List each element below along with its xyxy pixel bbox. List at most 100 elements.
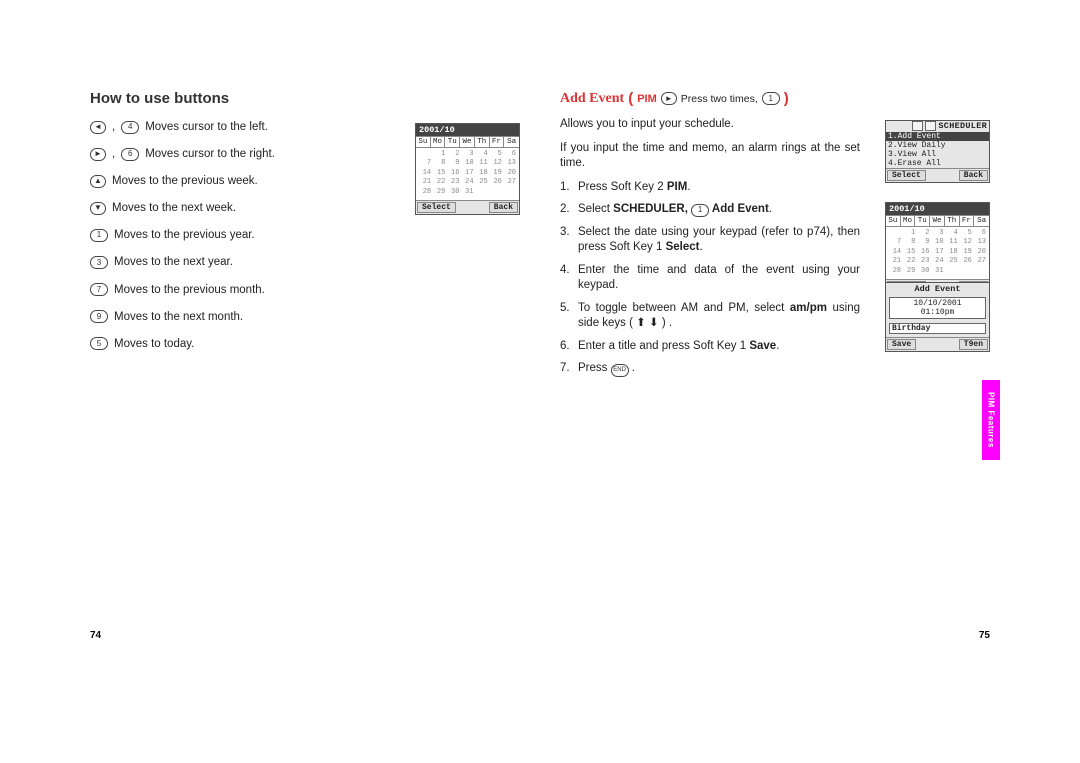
day-label: We [460,137,475,147]
phone-screen-add-event: Add Event 10/10/2001 01:10pm Birthday Sa… [885,282,990,352]
calendar-cell: 7 [888,238,902,247]
calendar-cell: 2 [446,150,460,159]
calendar-cell: 12 [489,159,503,168]
step: 4.Enter the time and data of the event u… [560,263,860,294]
calendar-cell: 27 [973,257,987,266]
intro-line: If you input the time and memo, an alarm… [560,141,860,172]
calendar-cell: 18 [475,169,489,178]
step: 1.Press Soft Key 2 PIM. [560,180,860,196]
calendar-grid: 1234567891011121314151617181920212223242… [416,148,519,200]
step-text: . [629,362,635,374]
step-text: Enter a title and press Soft Key 1 [578,340,749,352]
calendar-cell: 31 [460,188,474,197]
event-time: 01:10pm [890,308,985,317]
step-body: Select SCHEDULER, 1 Add Event. [578,202,860,218]
calendar-cell: 30 [446,188,460,197]
calendar-cell [959,267,973,276]
step-text: Press Soft Key 2 [578,181,667,193]
day-label: Sa [974,216,989,226]
calendar-cell: 22 [902,257,916,266]
calendar-cell: 26 [489,178,503,187]
calendar-cell: 10 [930,238,944,247]
page-number-left: 74 [90,630,101,641]
key-1-icon: 1 [691,204,709,217]
step-bold: am/pm [790,302,827,314]
left-heading: How to use buttons [90,90,520,107]
step-bold: PIM [667,181,687,193]
calendar-cell: 29 [432,188,446,197]
calendar-cell: 20 [973,248,987,257]
calendar-cell [503,188,517,197]
step-bold: Save [749,340,776,352]
calendar-icon [925,121,936,131]
calendar-cell: 21 [418,178,432,187]
softkey-left: Select [417,202,456,213]
calendar-header: SuMoTuWeThFrSa [886,215,989,227]
calendar-header: SuMoTuWeThFrSa [416,136,519,148]
lcd-body: SuMoTuWeThFrSa 1234567891011121314151617… [886,215,989,279]
softkey-right: T9en [959,339,988,350]
right-body: Allows you to input your schedule. If yo… [560,117,860,377]
down-arrow-icon: ▼ [90,202,106,215]
calendar-cell [888,229,902,238]
calendar-cell: 29 [902,267,916,276]
calendar-cell: 1 [432,150,446,159]
instruction-row: 7 Moves to the previous month. [90,282,520,298]
intro-line: Allows you to input your schedule. [560,117,860,133]
calendar-cell: 18 [945,248,959,257]
softkey-bar: Save T9en [886,337,989,351]
step-number: 5. [560,301,574,332]
step: 2.Select SCHEDULER, 1 Add Event. [560,202,860,218]
calendar-cell: 9 [446,159,460,168]
day-label: Tu [445,137,460,147]
calendar-cell [418,150,432,159]
day-label: Su [416,137,431,147]
day-label: Sa [504,137,519,147]
event-date-time-box: 10/10/2001 01:10pm [889,297,986,319]
right-heading: Add Event ( PIM ► Press two times, 1 ) [560,90,990,107]
calendar-cell: 16 [916,248,930,257]
step-bold: SCHEDULER, [613,203,688,215]
key-5-icon: 5 [90,337,108,350]
step-text: . [687,181,690,193]
phone-screen-calendar: 2001/10 SuMoTuWeThFrSa 12345678910111213… [885,202,990,294]
menu-item: 4.Erase All [886,159,989,168]
phone-screen-scheduler-menu: SCHEDULER 1.Add Event 2.View Daily 3.Vie… [885,120,990,183]
instruction-row: 5 Moves to today. [90,336,520,352]
instruction-text: Moves to the next week. [112,200,236,216]
calendar-cell: 3 [930,229,944,238]
step-number: 6. [560,339,574,355]
day-label: Tu [915,216,930,226]
calendar-cell: 21 [888,257,902,266]
calendar-cell: 15 [432,169,446,178]
calendar-cell: 4 [945,229,959,238]
calendar-grid: 1234567891011121314151617181920212223242… [886,227,989,279]
calendar-cell: 19 [959,248,973,257]
step-text: . [699,241,702,253]
softkey-bar: Select Back [416,200,519,214]
softkey-left: Save [887,339,916,350]
end-key-icon: END [611,364,629,377]
instruction-text: Moves cursor to the left. [145,119,268,135]
calendar-cell: 9 [916,238,930,247]
calendar-cell: 28 [888,267,902,276]
step-bold: Select [666,241,700,253]
nav-right-icon: ► [661,92,677,105]
calendar-cell: 5 [959,229,973,238]
key-3-icon: 3 [90,256,108,269]
day-label: Fr [490,137,505,147]
event-title-field: Birthday [889,323,986,334]
calendar-cell: 19 [489,169,503,178]
calendar-cell: 31 [930,267,944,276]
calendar-cell: 1 [902,229,916,238]
softkey-right: Back [489,202,518,213]
day-label: Su [886,216,901,226]
menu-list: 1.Add Event 2.View Daily 3.View All 4.Er… [886,132,989,168]
calendar-cell: 12 [959,238,973,247]
calendar-cell: 5 [489,150,503,159]
lcd-title: 2001/10 [416,124,519,136]
paren-open: ( [628,90,633,107]
menu-item-selected: 1.Add Event [886,132,989,141]
calendar-cell: 17 [460,169,474,178]
calendar-cell: 28 [418,188,432,197]
